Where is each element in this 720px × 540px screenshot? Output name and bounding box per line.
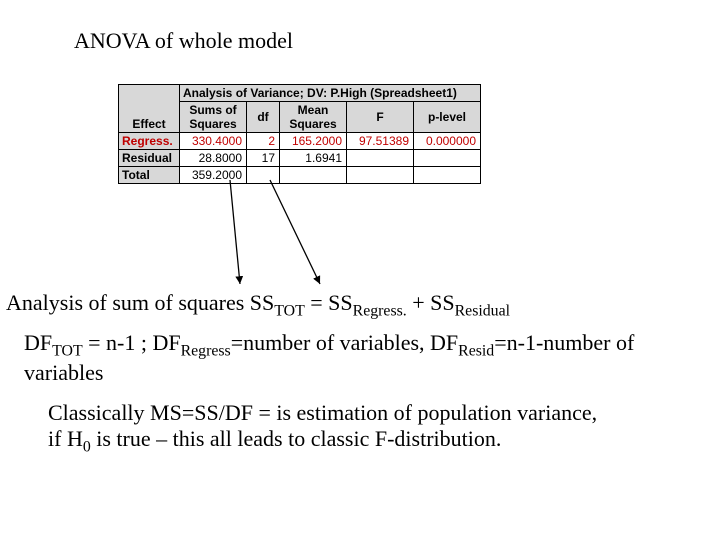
table-row: Regress. 330.4000 2 165.2000 97.51389 0.… (119, 133, 481, 150)
cell: 0.000000 (414, 133, 481, 150)
cell: 97.51389 (347, 133, 414, 150)
table-row: Total 359.2000 (119, 167, 481, 184)
table-caption: Analysis of Variance; DV: P.High (Spread… (180, 85, 481, 102)
cell: 28.8000 (180, 150, 247, 167)
cell: 165.2000 (280, 133, 347, 150)
cell (347, 150, 414, 167)
cell: 359.2000 (180, 167, 247, 184)
row-label: Residual (119, 150, 180, 167)
col-ss: Sums of Squares (180, 102, 247, 133)
cell (414, 150, 481, 167)
explanation-text: Classically MS=SS/DF = is estimation of … (48, 400, 608, 456)
row-label: Regress. (119, 133, 180, 150)
cell: 2 (247, 133, 280, 150)
cell (280, 167, 347, 184)
col-p: p-level (414, 102, 481, 133)
col-effect: Effect (119, 85, 180, 133)
cell: 330.4000 (180, 133, 247, 150)
row-label: Total (119, 167, 180, 184)
cell (247, 167, 280, 184)
table-row: Residual 28.8000 17 1.6941 (119, 150, 481, 167)
cell (347, 167, 414, 184)
cell: 17 (247, 150, 280, 167)
page-title: ANOVA of whole model (74, 28, 293, 54)
col-ms: Mean Squares (280, 102, 347, 133)
col-f: F (347, 102, 414, 133)
arrow-icon (270, 180, 320, 284)
formula-sstot: Analysis of sum of squares SSTOT = SSReg… (6, 290, 510, 320)
formula-df: DFTOT = n-1 ; DFRegress=number of variab… (24, 330, 684, 386)
cell: 1.6941 (280, 150, 347, 167)
arrows (0, 0, 720, 540)
col-df: df (247, 102, 280, 133)
anova-table: Effect Analysis of Variance; DV: P.High … (118, 84, 481, 184)
arrow-icon (230, 180, 240, 284)
cell (414, 167, 481, 184)
